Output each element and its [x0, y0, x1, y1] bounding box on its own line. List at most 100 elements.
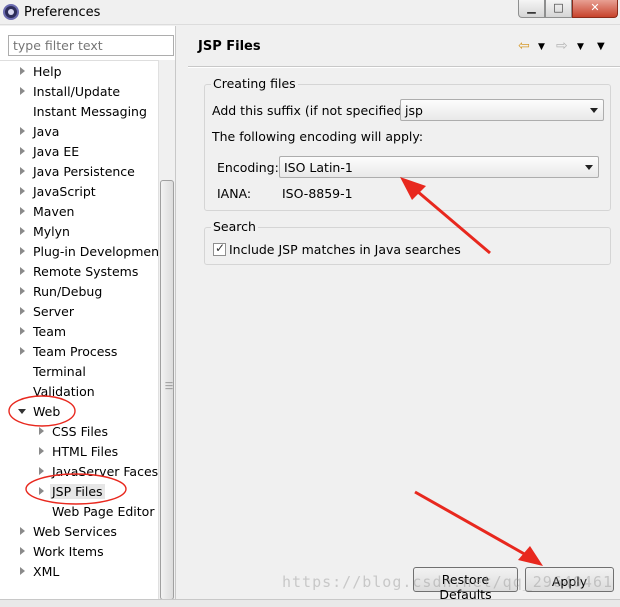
- tree-item-label: Remote Systems: [33, 264, 139, 279]
- expand-arrow-icon[interactable]: [20, 567, 25, 575]
- page-header: JSP Files ⇦ ▼ ⇨ ▼ ▼: [188, 26, 620, 64]
- expand-arrow-icon[interactable]: [20, 207, 25, 215]
- include-jsp-label: Include JSP matches in Java searches: [229, 242, 461, 257]
- view-menu-icon[interactable]: ▼: [597, 41, 605, 52]
- tree-item-web-page-editor[interactable]: Web Page Editor: [0, 502, 158, 522]
- tree-item-label: Java EE: [33, 144, 80, 159]
- tree-item-label: CSS Files: [52, 424, 108, 439]
- sidebar-scrollbar[interactable]: — — —: [158, 60, 175, 600]
- tree-item-run-debug[interactable]: Run/Debug: [0, 282, 158, 302]
- tree-item-server[interactable]: Server: [0, 302, 158, 322]
- tree-item-label: Mylyn: [33, 224, 70, 239]
- expand-arrow-icon[interactable]: [39, 487, 44, 495]
- expand-arrow-icon[interactable]: [20, 127, 25, 135]
- tree-item-label: Instant Messaging: [33, 104, 147, 119]
- tree-item-label: XML: [33, 564, 60, 579]
- expand-arrow-icon[interactable]: [20, 347, 25, 355]
- tree-item-javascript[interactable]: JavaScript: [0, 182, 158, 202]
- expand-arrow-icon[interactable]: [39, 467, 44, 475]
- tree-item-install-update[interactable]: Install/Update: [0, 82, 158, 102]
- tree-item-instant-messaging[interactable]: Instant Messaging: [0, 102, 158, 122]
- expand-arrow-icon[interactable]: [20, 247, 25, 255]
- expand-arrow-icon[interactable]: [39, 427, 44, 435]
- preferences-sidebar: Help Install/Update Instant Messaging Java J…: [0, 26, 176, 600]
- expand-arrow-icon[interactable]: [20, 187, 25, 195]
- forward-menu-icon[interactable]: ▼: [577, 42, 584, 52]
- checkmark-icon: ✓: [215, 241, 226, 255]
- tree-item-css-files[interactable]: CSS Files: [0, 422, 158, 442]
- window-title: Preferences: [24, 5, 101, 20]
- tree-item-terminal[interactable]: Terminal: [0, 362, 158, 382]
- expand-arrow-icon[interactable]: [20, 147, 25, 155]
- minimize-button[interactable]: ▁: [518, 0, 545, 18]
- tree-item-java[interactable]: Java: [0, 122, 158, 142]
- tree-item-label: Team: [33, 324, 67, 339]
- tree-item-html-files[interactable]: HTML Files: [0, 442, 158, 462]
- expand-arrow-icon[interactable]: [39, 447, 44, 455]
- tree-item-jsp-files[interactable]: JSP Files: [0, 482, 158, 502]
- expand-arrow-icon[interactable]: [20, 527, 25, 535]
- back-menu-icon[interactable]: ▼: [538, 42, 545, 52]
- encoding-value: ISO Latin-1: [284, 160, 353, 175]
- page-title: JSP Files: [198, 39, 261, 54]
- expand-arrow-icon[interactable]: [20, 87, 25, 95]
- maximize-button[interactable]: □: [545, 0, 572, 18]
- expand-arrow-icon[interactable]: [20, 547, 25, 555]
- back-arrow-icon[interactable]: ⇦: [518, 38, 530, 54]
- expand-arrow-icon[interactable]: [20, 327, 25, 335]
- tree-item-web-services[interactable]: Web Services: [0, 522, 158, 542]
- tree-item-label: Validation: [33, 384, 95, 399]
- tree-item-validation[interactable]: Validation: [0, 382, 158, 402]
- watermark: https://blog.csdn.net/qq_29640461: [282, 573, 614, 591]
- expand-arrow-icon[interactable]: [20, 267, 25, 275]
- expand-arrow-icon[interactable]: [20, 67, 25, 75]
- grip-icon: — — —: [165, 378, 173, 393]
- encoding-label: Encoding:: [217, 160, 279, 175]
- expand-arrow-icon[interactable]: [20, 287, 25, 295]
- creating-files-group: Creating files Add this suffix (if not s…: [204, 76, 611, 211]
- tree-item-label: Plug-in Development: [33, 244, 158, 259]
- creating-files-label: Creating files: [211, 76, 298, 91]
- tree-item-help[interactable]: Help: [0, 62, 158, 82]
- tree-item-label: Run/Debug: [33, 284, 103, 299]
- encoding-note: The following encoding will apply:: [212, 129, 424, 144]
- tree-item-javaserver-faces-t[interactable]: JavaServer Faces T: [0, 462, 158, 482]
- expand-open-icon[interactable]: [18, 409, 26, 414]
- close-button[interactable]: ✕: [572, 0, 618, 18]
- tree-item-plug-in-development[interactable]: Plug-in Development: [0, 242, 158, 262]
- tree-item-label: Server: [33, 304, 74, 319]
- tree-item-label: Install/Update: [33, 84, 121, 99]
- encoding-combo[interactable]: ISO Latin-1: [279, 156, 599, 178]
- tree-item-java-persistence[interactable]: Java Persistence: [0, 162, 158, 182]
- forward-arrow-icon[interactable]: ⇨: [556, 38, 568, 54]
- expand-arrow-icon[interactable]: [20, 307, 25, 315]
- window-titlebar: Preferences ▁ □ ✕: [0, 0, 620, 25]
- iana-label: IANA:: [217, 186, 252, 201]
- filter-input[interactable]: [8, 35, 174, 56]
- tree-item-label: Web Services: [33, 524, 117, 539]
- tree-item-label: JavaScript: [33, 184, 96, 199]
- suffix-value: jsp: [405, 103, 423, 118]
- search-group: Search ✓ Include JSP matches in Java sea…: [204, 219, 611, 265]
- tree-item-work-items[interactable]: Work Items: [0, 542, 158, 562]
- eclipse-icon: [3, 4, 19, 20]
- maximize-icon: □: [553, 1, 564, 14]
- tree-item-java-ee[interactable]: Java EE: [0, 142, 158, 162]
- tree-item-mylyn[interactable]: Mylyn: [0, 222, 158, 242]
- suffix-combo[interactable]: jsp: [400, 99, 604, 121]
- tree-item-remote-systems[interactable]: Remote Systems: [0, 262, 158, 282]
- tree-item-label: Work Items: [33, 544, 104, 559]
- tree-item-label: Team Process: [33, 344, 118, 359]
- tree-item-team[interactable]: Team: [0, 322, 158, 342]
- expand-arrow-icon[interactable]: [20, 167, 25, 175]
- include-jsp-checkbox[interactable]: ✓: [213, 241, 226, 256]
- tree-item-label: JavaServer Faces T: [52, 464, 158, 479]
- expand-arrow-icon[interactable]: [20, 227, 25, 235]
- suffix-label: Add this suffix (if not specified):: [212, 103, 412, 118]
- tree-item-xml[interactable]: XML: [0, 562, 158, 582]
- iana-value: ISO-8859-1: [282, 186, 353, 201]
- scrollbar-thumb[interactable]: — — —: [160, 180, 174, 600]
- tree-item-web[interactable]: Web: [0, 402, 158, 422]
- tree-item-team-process[interactable]: Team Process: [0, 342, 158, 362]
- tree-item-maven[interactable]: Maven: [0, 202, 158, 222]
